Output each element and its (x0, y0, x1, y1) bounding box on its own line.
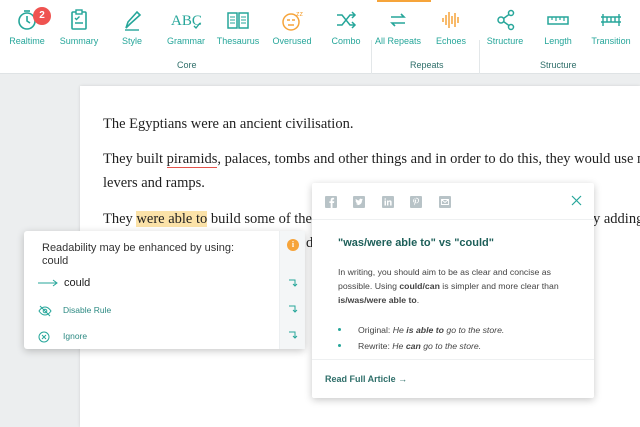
suggestion-side-strip: i (279, 231, 305, 349)
disable-rule-label: Disable Rule (63, 305, 112, 315)
tool-thesaurus[interactable]: Thesaurus (207, 8, 269, 48)
svg-text:zz: zz (296, 11, 304, 18)
doc-text: build some of the fa (207, 211, 327, 227)
suggestion-message-line: Readability may be enhanced by using: (42, 242, 235, 254)
doc-line-2: They built piramids, palaces, tombs and … (103, 151, 640, 168)
suggestion-card: Readability may be enhanced by using: co… (24, 231, 305, 349)
doc-line-1: The Egyptians were an ancient civilisati… (103, 116, 354, 132)
example-text: go to the store. (443, 325, 505, 335)
share-row (325, 195, 463, 209)
tool-label: Transition (591, 36, 631, 46)
group-separator (479, 40, 480, 74)
linkedin-icon[interactable] (381, 195, 394, 208)
clipboard-icon (71, 9, 87, 30)
close-icon[interactable] (571, 195, 582, 206)
group-separator (371, 40, 372, 74)
shuffle-icon (337, 11, 357, 29)
abc-check-icon: ABC (171, 13, 202, 30)
sleepy-face-icon: zz (282, 11, 304, 31)
repeat-icon (390, 13, 406, 27)
pinterest-icon[interactable] (410, 195, 423, 208)
disable-rule-button[interactable]: Disable Rule (24, 298, 284, 324)
info-icon[interactable]: i (287, 239, 299, 251)
doc-text: They built (103, 151, 167, 167)
toolbar: Realtime 2 Summary Style ABC Grammar The… (0, 0, 640, 74)
bridge-icon (601, 14, 621, 26)
network-icon (497, 9, 515, 31)
pen-icon (125, 10, 142, 31)
group-label-repeats: Repeats (410, 60, 444, 70)
corner-arrow-icon[interactable] (288, 278, 298, 288)
suggestion-message: Readability may be enhanced by using: co… (42, 242, 234, 268)
doc-text: , palaces, tombs and other things and in… (217, 151, 640, 167)
doc-line-4: They were able to build some of the fa (103, 211, 327, 228)
ruler-icon (547, 16, 569, 25)
apply-suggestion-button[interactable]: could (24, 271, 284, 297)
tool-style[interactable]: Style (101, 8, 163, 48)
facebook-icon[interactable] (325, 195, 337, 208)
example-label: Original: (358, 325, 393, 335)
example-original: Original: He is able to go to the store. (338, 322, 504, 338)
example-list: Original: He is able to go to the store.… (338, 322, 504, 354)
group-label-core: Core (177, 60, 197, 70)
active-tab-indicator (377, 0, 431, 2)
tool-overused[interactable]: zz Overused (261, 8, 323, 48)
close-circle-icon (38, 331, 50, 343)
example-text: He (392, 325, 407, 335)
rule-title: "was/were able to" vs "could" (338, 237, 494, 249)
twitter-icon[interactable] (353, 195, 366, 208)
misspelled-word[interactable]: piramids (166, 151, 218, 168)
ignore-label: Ignore (63, 331, 88, 341)
body-bold: could/can (399, 281, 440, 291)
email-icon[interactable] (438, 195, 451, 208)
corner-arrow-icon[interactable] (288, 330, 298, 340)
highlighted-phrase[interactable]: were able to (136, 211, 208, 227)
bullet (338, 328, 341, 331)
doc-text: They (103, 211, 137, 227)
ignore-button[interactable]: Ignore (24, 324, 284, 350)
example-text: He (392, 341, 406, 351)
tool-label: Style (121, 36, 142, 46)
tool-label: Overused (272, 36, 312, 46)
arrow-right-icon (38, 279, 58, 287)
read-full-article-link[interactable]: Read Full Article → (325, 374, 407, 384)
tool-echoes[interactable]: Echoes (420, 8, 482, 48)
divider (312, 359, 594, 360)
example-bold: is able to (406, 325, 444, 335)
rule-explanation: In writing, you should aim to be as clea… (338, 265, 574, 307)
doc-line-4-tail: y adding (593, 211, 640, 227)
tool-transition[interactable]: Transition (580, 8, 640, 48)
corner-arrow-icon[interactable] (288, 304, 298, 314)
example-bold: can (405, 341, 421, 351)
doc-line-3: levers and ramps. (103, 175, 205, 191)
rule-info-card: "was/were able to" vs "could" In writing… (312, 183, 594, 398)
body-text: . (416, 295, 420, 305)
group-label-structure: Structure (540, 60, 577, 70)
body-bold: is/was/were able to (338, 295, 417, 305)
suggestion-replacement: could (64, 277, 91, 289)
divider (312, 219, 594, 220)
example-label: Rewrite: (358, 341, 393, 351)
eye-off-icon (38, 305, 52, 317)
suggestion-message-value: could (42, 255, 69, 267)
example-text: go to the store. (420, 341, 482, 351)
example-rewrite: Rewrite: He can go to the store. (338, 338, 504, 354)
book-icon (227, 12, 249, 29)
soundwave-icon (442, 12, 459, 28)
body-text: is simpler and more clear than (439, 281, 559, 291)
tool-label: Echoes (435, 36, 467, 46)
tool-label: Thesaurus (216, 36, 260, 46)
bullet (338, 344, 341, 347)
